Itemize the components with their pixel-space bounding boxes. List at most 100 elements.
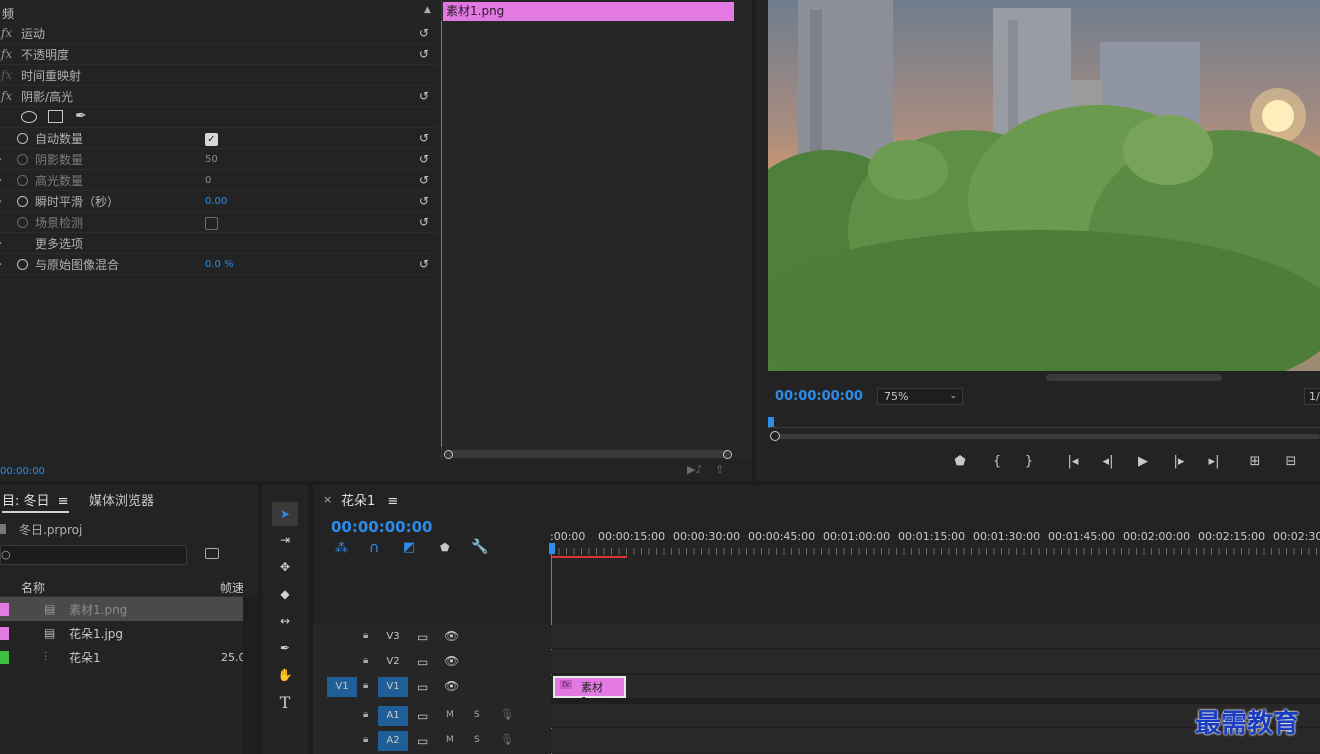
eye-icon[interactable]: 👁︎	[444, 679, 459, 693]
fx-icon[interactable]: fx	[1, 68, 12, 82]
param-highlight-amount[interactable]: › 高光数量 0 ↺	[0, 170, 438, 191]
param-value[interactable]: 50	[205, 154, 218, 165]
ripple-edit-tool-icon[interactable]: ✥	[272, 555, 298, 579]
stopwatch-icon[interactable]	[17, 258, 28, 270]
stopwatch-icon[interactable]	[17, 174, 28, 186]
timeline-clip[interactable]: fx 素材1.pn	[553, 676, 626, 708]
ec-scrollbar[interactable]	[446, 450, 730, 458]
lock-icon[interactable]: 🔒︎	[363, 734, 368, 745]
solo-button[interactable]: S	[474, 735, 480, 745]
reset-icon[interactable]: ↺	[419, 174, 431, 186]
mark-out-icon[interactable]: }	[1020, 454, 1038, 469]
fx-icon[interactable]: fx	[1, 26, 12, 40]
ec-clip-bar[interactable]: 素材1.png	[443, 2, 734, 21]
zoom-select[interactable]: 75% ⌄	[877, 388, 963, 405]
expand-chevron-icon[interactable]: ›	[0, 196, 2, 207]
overwrite-icon[interactable]: ⊟	[1282, 454, 1300, 469]
monitor-zoom-bar[interactable]	[772, 434, 1320, 439]
track-label-v3[interactable]: V3	[378, 627, 408, 647]
tab-sequence[interactable]: 花朵1 ≡	[341, 490, 398, 509]
source-patch-v1[interactable]: V1	[327, 677, 357, 697]
lock-icon[interactable]: 🔒︎	[363, 655, 368, 666]
play-audio-icon[interactable]: ▶♪	[687, 463, 702, 476]
rectangle-mask-icon[interactable]	[48, 110, 63, 123]
track-label-v1[interactable]: V1	[378, 677, 408, 697]
lock-icon[interactable]: 🔒︎	[363, 680, 368, 691]
eye-icon[interactable]: 👁︎	[444, 654, 459, 668]
project-vscroll[interactable]	[243, 597, 258, 754]
fx-icon[interactable]: fx	[1, 89, 12, 103]
reset-icon[interactable]: ↺	[419, 216, 431, 228]
sync-lock-icon[interactable]: ▭	[417, 734, 428, 748]
auto-amount-checkbox[interactable]: ✓	[205, 133, 218, 146]
hand-tool-icon[interactable]: ✋	[272, 663, 298, 687]
mute-button[interactable]: M	[446, 710, 454, 720]
ec-scroll-handle-left[interactable]	[444, 450, 453, 459]
export-icon[interactable]: ⇪	[715, 463, 724, 476]
collapse-icon[interactable]: ▲	[424, 5, 431, 15]
list-item[interactable]: ⫶ 花朵1 25.00	[0, 645, 243, 669]
fx-row-shadow-highlight[interactable]: fx 阴影/高光 ↺	[0, 86, 438, 107]
param-auto-amount[interactable]: 自动数量 ✓ ↺	[0, 128, 438, 149]
track-label-v2[interactable]: V2	[378, 652, 408, 672]
work-area-bar[interactable]	[551, 556, 627, 558]
pen-tool-icon[interactable]: ✒	[272, 636, 298, 660]
nest-icon[interactable]: ⁂	[335, 541, 348, 556]
fx-row-time-remap[interactable]: fx 时间重映射	[0, 65, 438, 86]
param-shadow-amount[interactable]: › 阴影数量 50 ↺	[0, 149, 438, 170]
tab-media-browser[interactable]: 媒体浏览器	[89, 490, 154, 509]
reset-icon[interactable]: ↺	[419, 90, 431, 102]
go-to-out-icon[interactable]: ▸|	[1205, 454, 1223, 469]
reset-icon[interactable]: ↺	[419, 195, 431, 207]
linked-selection-icon[interactable]: ◩	[403, 540, 415, 555]
expand-chevron-icon[interactable]: ›	[0, 175, 2, 186]
track-label-a1[interactable]: A1	[378, 706, 408, 726]
wrench-icon[interactable]: 🔧	[471, 539, 488, 555]
selection-tool-icon[interactable]: ➤	[272, 502, 298, 526]
param-more-options[interactable]: › 更多选项	[0, 233, 438, 254]
param-value[interactable]: 0	[205, 175, 211, 186]
pen-mask-icon[interactable]: ✒	[75, 108, 87, 124]
lock-icon[interactable]: 🔒︎	[363, 709, 368, 720]
track-v1[interactable]	[551, 675, 1320, 699]
sync-lock-icon[interactable]: ▭	[417, 630, 428, 644]
play-icon[interactable]: ▶	[1134, 454, 1152, 469]
stopwatch-icon[interactable]	[17, 216, 28, 228]
new-bin-search-icon[interactable]	[205, 548, 219, 559]
monitor-time-ruler[interactable]	[768, 416, 1320, 428]
mark-in-icon[interactable]: {	[988, 454, 1006, 469]
reset-icon[interactable]: ↺	[419, 27, 431, 39]
lock-icon[interactable]: 🔒︎	[363, 630, 368, 641]
param-scene-detect[interactable]: 场景检测 ↺	[0, 212, 438, 233]
track-select-tool-icon[interactable]: ⇥	[272, 528, 298, 552]
eye-icon[interactable]: 👁︎	[444, 629, 459, 643]
step-back-icon[interactable]: ◂|	[1099, 454, 1117, 469]
track-v2[interactable]	[551, 650, 1320, 674]
stopwatch-icon[interactable]	[17, 153, 28, 165]
microphone-icon[interactable]: 🎙︎	[500, 733, 514, 746]
reset-icon[interactable]: ↺	[419, 258, 431, 270]
tab-project[interactable]: 目: 冬日 ≡	[2, 490, 69, 513]
step-forward-icon[interactable]: |▸	[1170, 454, 1188, 469]
param-temporal-smoothing[interactable]: › 瞬时平滑（秒） 0.00 ↺	[0, 191, 438, 212]
reset-icon[interactable]: ↺	[419, 48, 431, 60]
track-label-a2[interactable]: A2	[378, 731, 408, 751]
monitor-hscroll[interactable]	[1046, 374, 1222, 381]
stopwatch-icon[interactable]	[17, 132, 28, 144]
solo-button[interactable]: S	[474, 710, 480, 720]
param-blend-original[interactable]: › 与原始图像混合 0.0 % ↺	[0, 254, 438, 275]
go-to-in-icon[interactable]: |◂	[1064, 454, 1082, 469]
fx-row-opacity[interactable]: fx 不透明度 ↺	[0, 44, 438, 65]
close-icon[interactable]: ×	[323, 493, 332, 506]
fx-row-motion[interactable]: fx 运动 ↺	[0, 23, 438, 44]
param-value[interactable]: 0.0 %	[205, 259, 234, 270]
search-input[interactable]: ○	[0, 545, 187, 565]
expand-chevron-icon[interactable]: ›	[0, 259, 2, 270]
insert-icon[interactable]: ⊞	[1246, 454, 1264, 469]
resolution-select[interactable]: 1/	[1304, 388, 1320, 405]
ellipse-mask-icon[interactable]	[21, 111, 37, 123]
menu-icon[interactable]: ≡	[58, 494, 69, 509]
stopwatch-icon[interactable]	[17, 195, 28, 207]
menu-icon[interactable]: ≡	[387, 494, 398, 509]
mute-button[interactable]: M	[446, 735, 454, 745]
